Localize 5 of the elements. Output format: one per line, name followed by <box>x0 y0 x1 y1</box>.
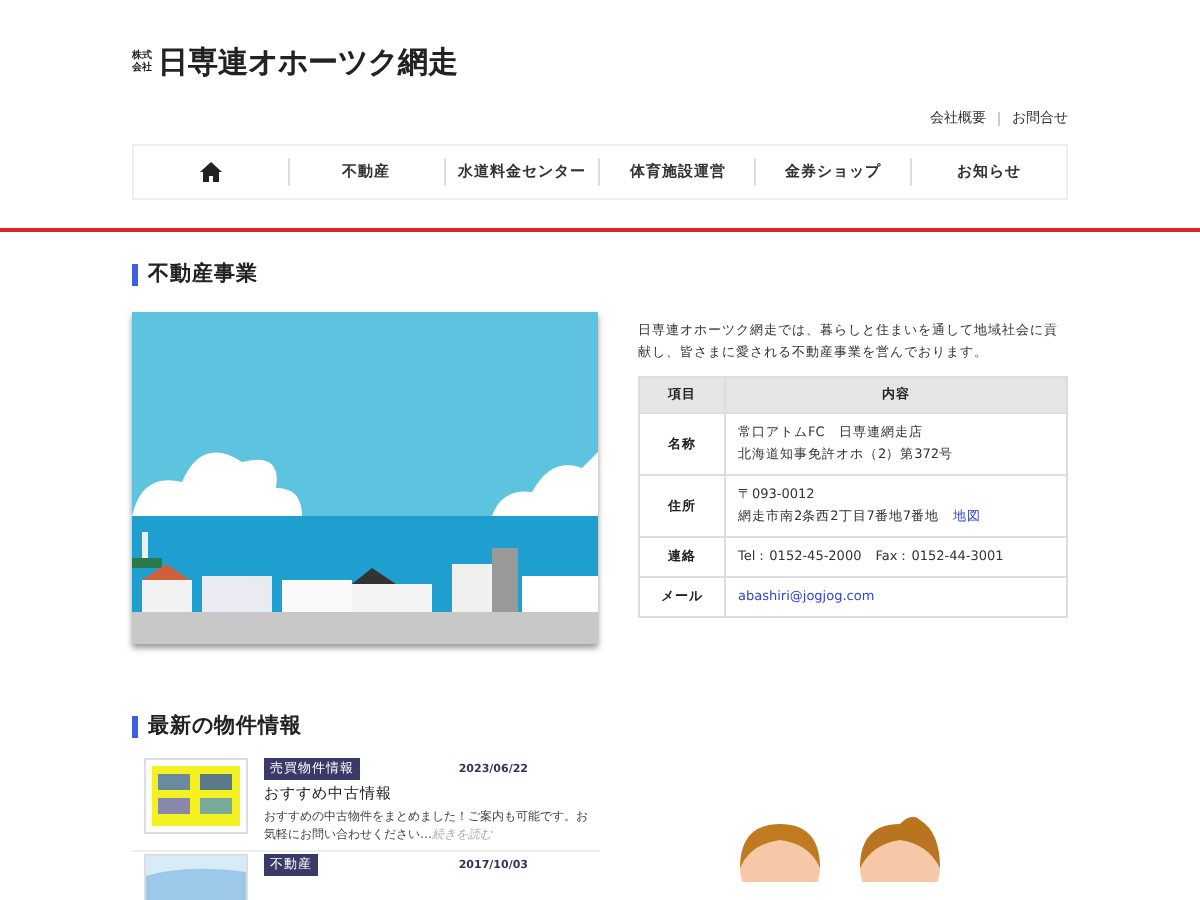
company-logo[interactable]: 日専連オホーツク網走 <box>158 43 458 81</box>
home-button[interactable] <box>199 162 222 182</box>
home-icon <box>199 162 222 182</box>
section-heading: 不動産事業 <box>148 260 258 288</box>
section-heading: 最新の物件情報 <box>148 712 302 740</box>
